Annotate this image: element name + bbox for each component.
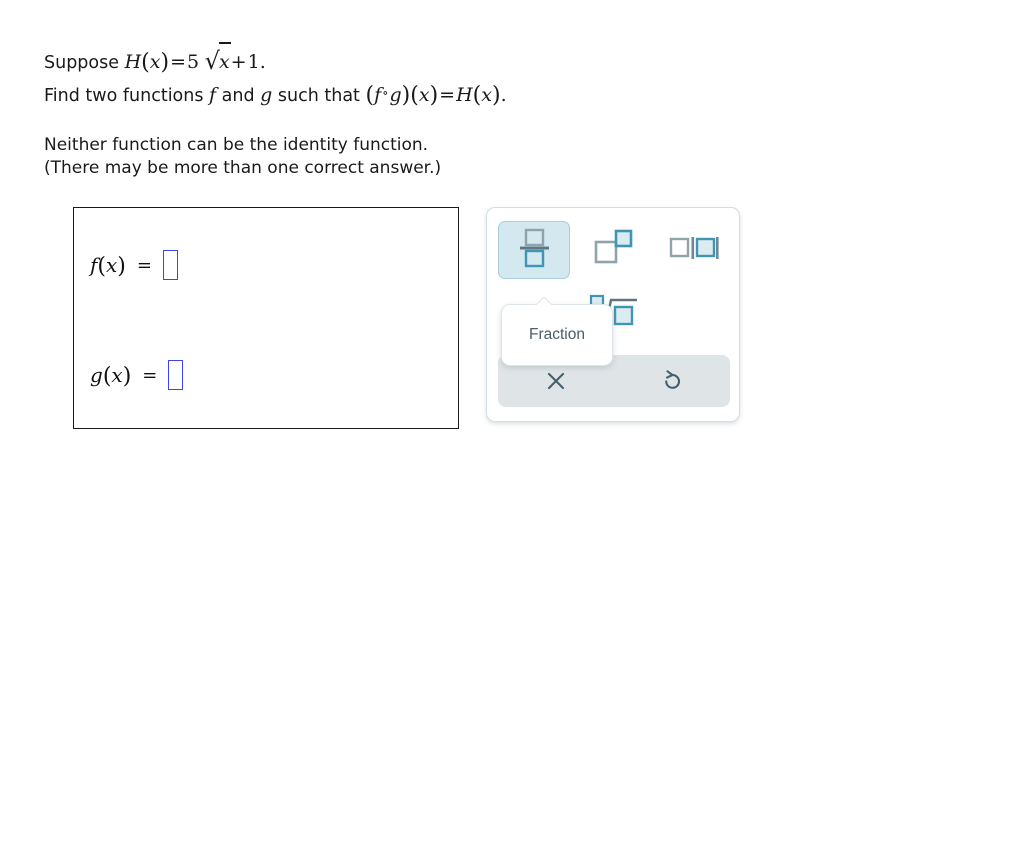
answer-box: f(x) = g(x) = [73, 207, 459, 429]
square-root: √x [204, 42, 231, 79]
tooltip-label: Fraction [529, 326, 585, 343]
line1-equals: = [170, 51, 186, 73]
answer-f-paren-open: ( [97, 253, 106, 279]
answer-input-g[interactable] [168, 360, 184, 390]
palette-button-absolute-value[interactable] [658, 221, 730, 279]
line1-H-of-x: H(x) [124, 50, 170, 75]
fraction-icon [514, 226, 554, 274]
rhs-paren-open: ( [472, 83, 482, 108]
composition-expression: (f∘g)(x) [365, 83, 439, 108]
absolute-value-icon [669, 233, 719, 267]
answer-g-arg: x [111, 362, 123, 387]
line1-period: . [259, 51, 266, 73]
close-icon [544, 369, 568, 393]
line2-g: g [260, 84, 273, 106]
math-palette-grid: Fraction [487, 208, 739, 421]
problem-statement: Suppose H(x)=5 √x+1. Find two functions … [44, 42, 664, 180]
comp-paren-open: ( [365, 83, 375, 108]
rhs-fn-name: H [456, 84, 473, 106]
comp-paren-close: ) [401, 83, 411, 108]
line2-period: . [500, 84, 507, 106]
line1-plus: + [230, 51, 247, 73]
answer-row-g: g(x) = [90, 360, 184, 390]
tooltip-arrow-icon [535, 296, 553, 305]
comp-arg-paren-open: ( [410, 83, 419, 108]
line1-arg: x [149, 51, 161, 73]
note-identity-function: Neither function can be the identity fun… [44, 135, 429, 155]
paren-open: ( [141, 50, 150, 75]
line1-fn-name: H [124, 51, 142, 73]
answer-label-g: g(x) [90, 362, 132, 389]
problem-line-1: Suppose H(x)=5 √x+1. [44, 42, 664, 79]
rhs-H-of-x: H(x) [456, 83, 501, 108]
answer-f-arg: x [106, 252, 118, 277]
answer-g-paren-open: ( [102, 363, 112, 389]
paren-close: ) [160, 50, 170, 75]
answer-f-equals: = [136, 254, 152, 276]
exponent-icon [592, 227, 636, 273]
math-palette: Fraction [486, 207, 740, 422]
fraction-tooltip: Fraction [501, 304, 613, 366]
line1-radicand: x [218, 51, 230, 73]
answer-g-paren-close: ) [122, 363, 132, 389]
line2-prefix: Find two functions [44, 86, 210, 106]
line2-conjunction: and [216, 86, 261, 106]
answer-input-f[interactable] [162, 250, 178, 280]
line1-prefix: Suppose [44, 53, 125, 73]
comp-arg-paren-close: ) [429, 83, 439, 108]
rhs-arg: x [481, 84, 492, 106]
answer-label-f: f(x) [90, 252, 126, 279]
comp-g: g [389, 84, 402, 106]
undo-button[interactable] [614, 355, 730, 407]
line2-middle: such that [272, 86, 366, 106]
problem-line-2: Find two functions f and g such that (f∘… [44, 79, 664, 114]
radical-sign: √ [204, 47, 220, 75]
answer-g-fn: g [90, 362, 103, 387]
note-multiple-answers: (There may be more than one correct answ… [44, 158, 442, 178]
undo-icon [659, 368, 685, 394]
answer-g-equals: = [142, 364, 158, 386]
comp-arg: x [418, 84, 430, 106]
answer-f-paren-close: ) [117, 253, 126, 279]
rhs-paren-close: ) [491, 83, 501, 108]
answer-row-f: f(x) = [90, 250, 178, 280]
radicand: x [218, 42, 231, 79]
line1-constant: 1 [247, 51, 260, 73]
palette-button-exponent[interactable] [578, 221, 650, 279]
composition-ring: ∘ [382, 86, 389, 101]
palette-button-fraction[interactable] [498, 221, 570, 279]
line2-equals: = [439, 84, 456, 106]
line1-coefficient: 5 [186, 51, 200, 73]
